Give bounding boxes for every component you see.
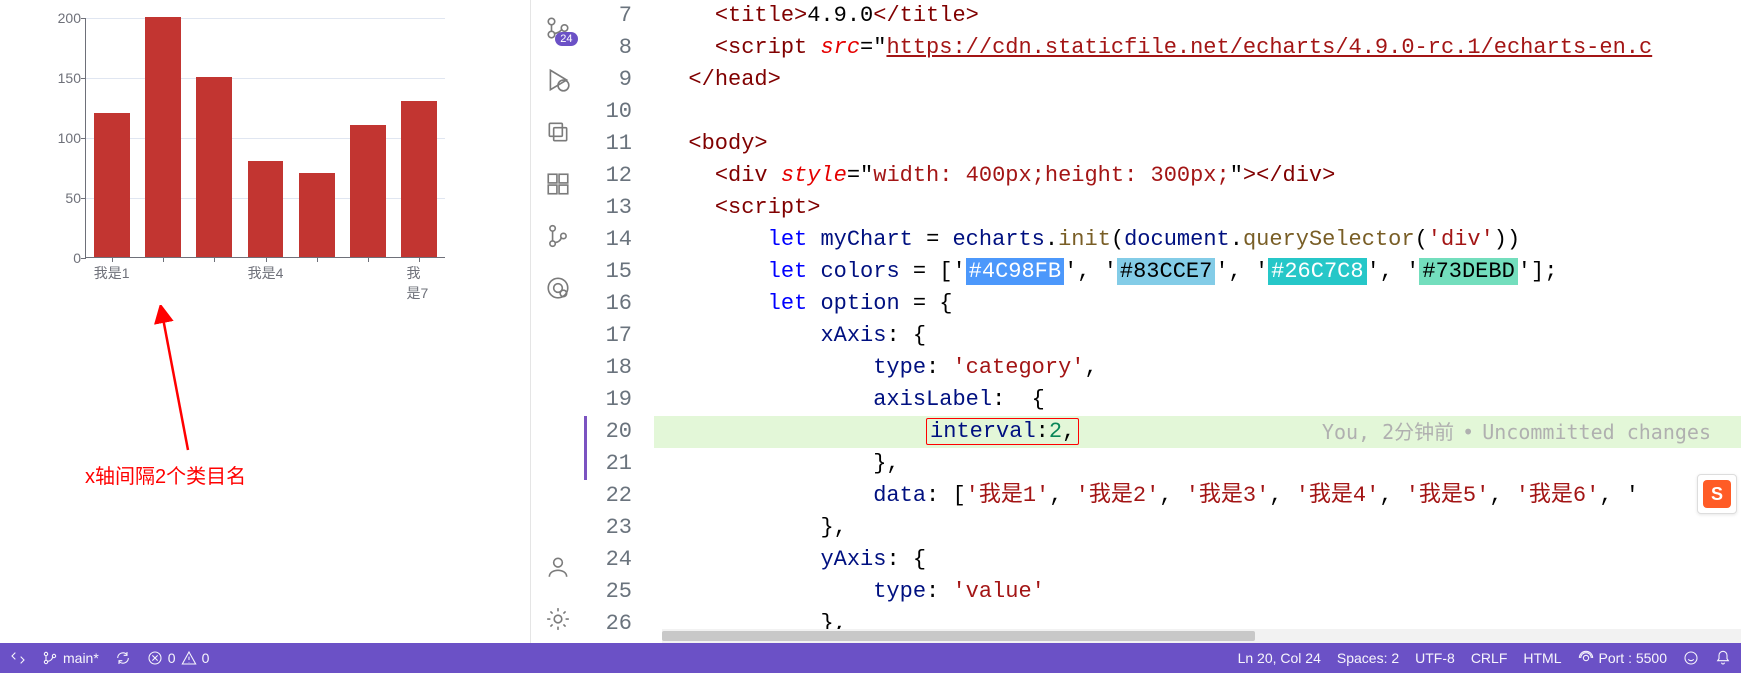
line-number: 24 xyxy=(584,544,632,576)
line-number: 19 xyxy=(584,384,632,416)
code-line[interactable]: }, xyxy=(654,448,1741,480)
code-line[interactable]: interval:2,You, 2分钟前•Uncommitted changes xyxy=(654,416,1741,448)
code-line[interactable]: let myChart = echarts.init(document.quer… xyxy=(654,224,1741,256)
line-number: 26 xyxy=(584,608,632,640)
code-line[interactable]: let colors = ['#4C98FB', '#83CCE7', '#26… xyxy=(654,256,1741,288)
eol-status[interactable]: CRLF xyxy=(1471,650,1508,666)
bar xyxy=(401,101,437,257)
scm-badge: 24 xyxy=(555,32,577,46)
code-area[interactable]: <title>4.9.0</title> <script src="https:… xyxy=(654,0,1741,643)
line-number: 17 xyxy=(584,320,632,352)
line-number: 9 xyxy=(584,64,632,96)
code-line[interactable]: xAxis: { xyxy=(654,320,1741,352)
code-line[interactable]: }, xyxy=(654,512,1741,544)
y-tick-label: 200 xyxy=(48,10,81,26)
code-line[interactable]: let option = { xyxy=(654,288,1741,320)
status-bar: main* 0 0 Ln 20, Col 24 Spaces: 2 UTF-8 … xyxy=(0,643,1741,673)
ime-indicator[interactable]: S xyxy=(1697,474,1737,514)
vscode-window: 24 7891011121314151617181920212223242526… xyxy=(530,0,1741,643)
y-tick-label: 100 xyxy=(48,130,81,146)
bar xyxy=(196,77,232,257)
y-tick-label: 150 xyxy=(48,70,81,86)
chart-panel: 050100150200我是1我是4我是7 x轴间隔2个类目名 xyxy=(0,0,530,643)
gitlens-hint: You, 2分钟前•Uncommitted changes xyxy=(1322,416,1711,448)
code-line[interactable]: <body> xyxy=(654,128,1741,160)
code-line[interactable]: <script> xyxy=(654,192,1741,224)
line-number: 15 xyxy=(584,256,632,288)
gear-icon[interactable] xyxy=(531,595,585,643)
line-number: 23 xyxy=(584,512,632,544)
line-number: 7 xyxy=(584,0,632,32)
line-number: 11 xyxy=(584,128,632,160)
y-tick-label: 50 xyxy=(48,190,81,206)
language-mode[interactable]: HTML xyxy=(1523,650,1561,666)
bar xyxy=(94,113,130,257)
line-number: 16 xyxy=(584,288,632,320)
code-line[interactable]: <div style="width: 400px;height: 300px;"… xyxy=(654,160,1741,192)
code-line[interactable] xyxy=(654,96,1741,128)
code-line[interactable]: <title>4.9.0</title> xyxy=(654,0,1741,32)
bar-chart: 050100150200我是1我是4我是7 xyxy=(45,18,475,298)
problems-status[interactable]: 0 0 xyxy=(147,650,210,666)
bar xyxy=(145,17,181,257)
sync-button[interactable] xyxy=(115,650,131,666)
line-number: 10 xyxy=(584,96,632,128)
annotation-arrow xyxy=(150,305,220,455)
code-line[interactable]: </head> xyxy=(654,64,1741,96)
line-number: 25 xyxy=(584,576,632,608)
line-number: 12 xyxy=(584,160,632,192)
branch-status[interactable]: main* xyxy=(42,650,99,666)
code-line[interactable]: yAxis: { xyxy=(654,544,1741,576)
live-server-status[interactable]: Port : 5500 xyxy=(1578,650,1668,666)
line-number: 13 xyxy=(584,192,632,224)
x-tick-label: 我是7 xyxy=(407,257,433,303)
bar xyxy=(248,161,284,257)
branch-icon[interactable] xyxy=(531,212,585,260)
bar xyxy=(350,125,386,257)
scrollbar-thumb[interactable] xyxy=(662,631,1255,641)
feedback-icon[interactable] xyxy=(1683,650,1699,666)
target-icon[interactable] xyxy=(531,264,585,312)
indent-status[interactable]: Spaces: 2 xyxy=(1337,650,1399,666)
copy-icon[interactable] xyxy=(531,108,585,156)
cursor-position[interactable]: Ln 20, Col 24 xyxy=(1238,650,1321,666)
sogou-logo-icon: S xyxy=(1703,480,1731,508)
code-line[interactable]: axisLabel: { xyxy=(654,384,1741,416)
code-line[interactable]: data: ['我是1', '我是2', '我是3', '我是4', '我是5'… xyxy=(654,480,1741,512)
main-area: 050100150200我是1我是4我是7 x轴间隔2个类目名 24 xyxy=(0,0,1741,643)
code-line[interactable]: type: 'category', xyxy=(654,352,1741,384)
line-number: 27 xyxy=(584,640,632,643)
editor-pane[interactable]: 789101112131415161718192021222324252627 … xyxy=(584,0,1741,643)
y-tick-label: 0 xyxy=(48,250,81,266)
extensions-icon[interactable] xyxy=(531,160,585,208)
code-line[interactable]: type: 'value' xyxy=(654,576,1741,608)
line-number: 21 xyxy=(584,448,632,480)
debug-icon[interactable] xyxy=(531,56,585,104)
line-number: 22 xyxy=(584,480,632,512)
scm-icon[interactable]: 24 xyxy=(531,4,585,52)
activity-bar: 24 xyxy=(530,0,584,643)
x-tick-label: 我是4 xyxy=(248,257,284,283)
horizontal-scrollbar[interactable] xyxy=(662,629,1741,643)
bar xyxy=(299,173,335,257)
line-number: 8 xyxy=(584,32,632,64)
remote-button[interactable] xyxy=(10,650,26,666)
line-number: 14 xyxy=(584,224,632,256)
line-number: 18 xyxy=(584,352,632,384)
plot-area: 050100150200我是1我是4我是7 xyxy=(85,18,445,258)
bell-icon[interactable] xyxy=(1715,650,1731,666)
x-tick-label: 我是1 xyxy=(94,257,130,283)
code-line[interactable]: <script src="https://cdn.staticfile.net/… xyxy=(654,32,1741,64)
encoding-status[interactable]: UTF-8 xyxy=(1415,650,1455,666)
account-icon[interactable] xyxy=(531,543,585,591)
line-number: 20 xyxy=(584,416,632,448)
annotation-text: x轴间隔2个类目名 xyxy=(85,460,246,489)
line-gutter: 789101112131415161718192021222324252627 xyxy=(584,0,654,643)
